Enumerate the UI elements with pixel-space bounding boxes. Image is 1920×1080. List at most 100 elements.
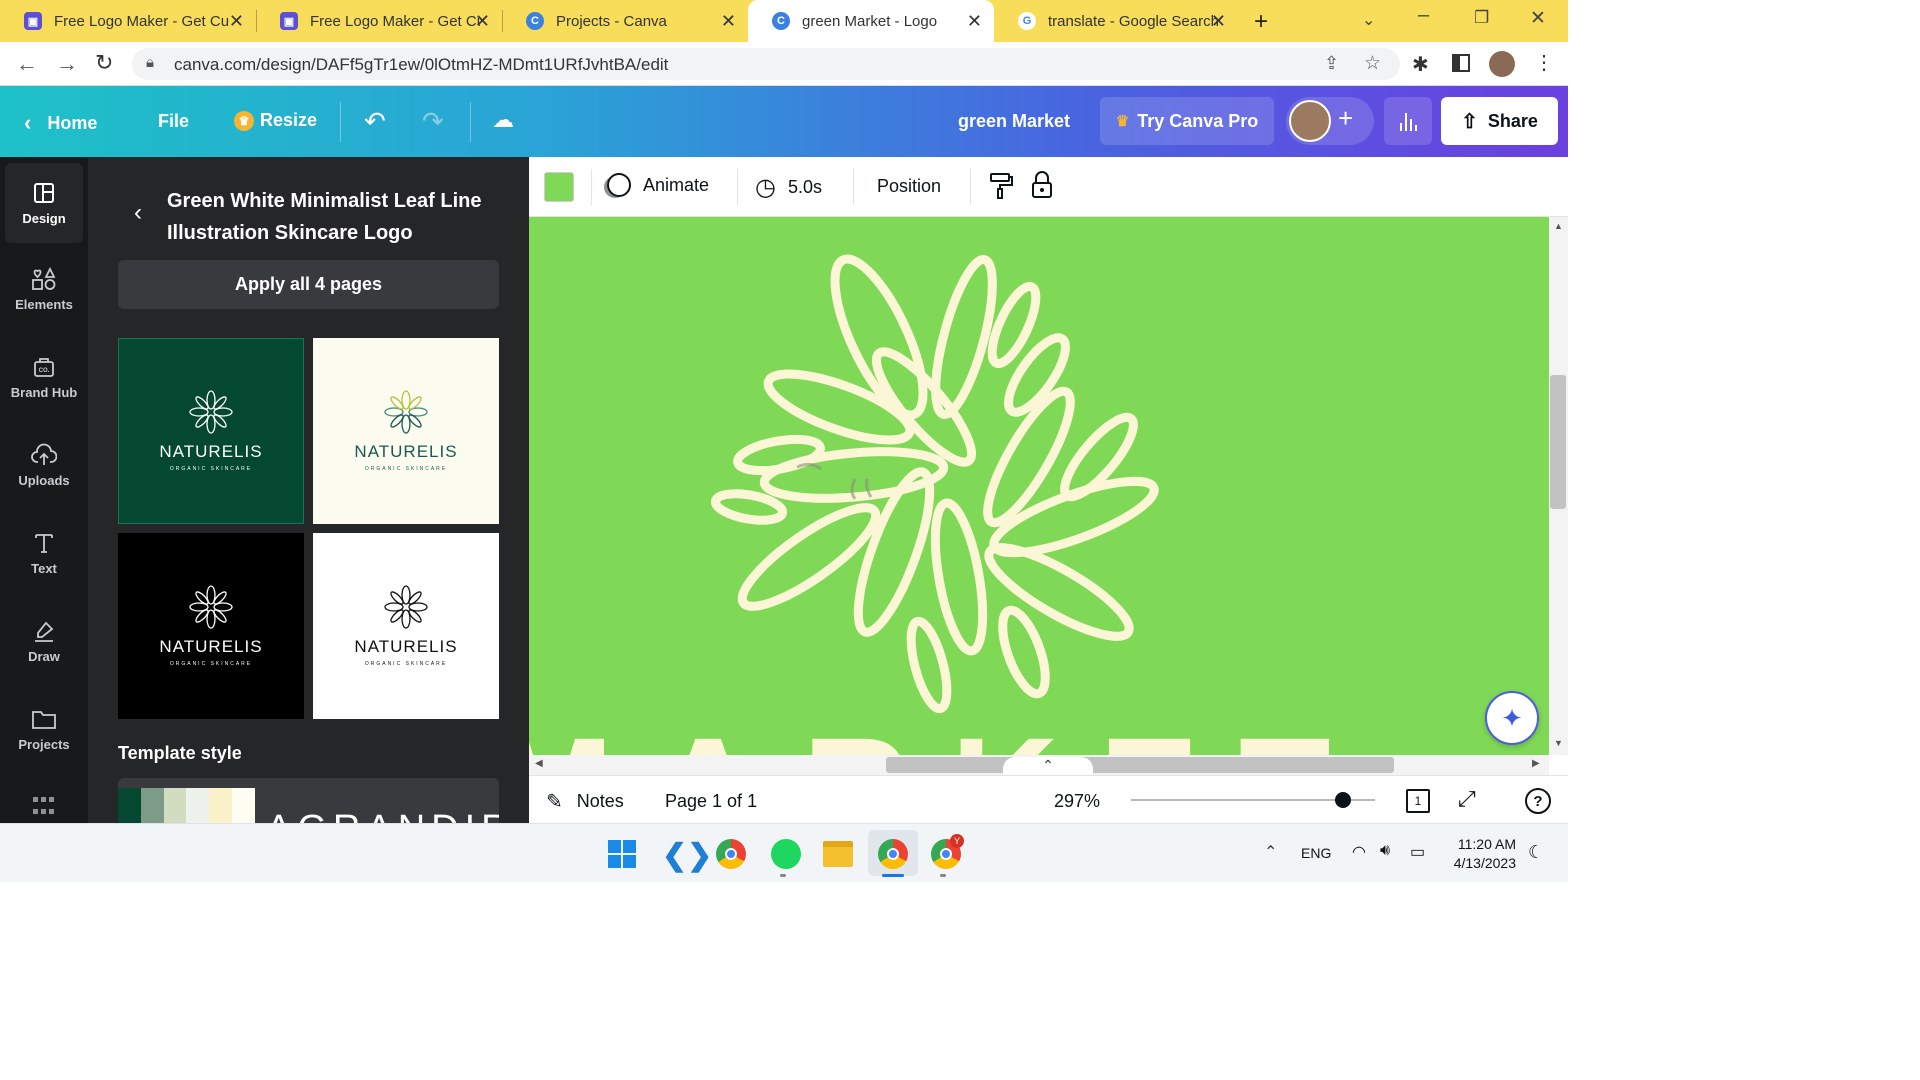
undo-icon[interactable]: ↶	[364, 106, 386, 137]
rail-item-projects[interactable]: Projects	[0, 689, 88, 769]
zoom-slider-handle[interactable]	[1335, 792, 1351, 808]
scroll-right-icon[interactable]: ▶	[1532, 758, 1540, 769]
apply-all-pages-button[interactable]: Apply all 4 pages	[118, 260, 499, 309]
volume-icon[interactable]: 🔊︎	[1380, 842, 1390, 860]
template-tagline: ORGANIC SKINCARE	[169, 466, 253, 472]
file-explorer-icon[interactable]	[823, 841, 853, 867]
scroll-left-icon[interactable]: ◀	[535, 758, 543, 769]
notifications-moon-icon[interactable]: ☾	[1528, 842, 1544, 863]
scroll-up-icon[interactable]: ▲	[1554, 221, 1563, 231]
browser-tab[interactable]: C Projects - Canva ✕	[502, 0, 748, 42]
home-button[interactable]: ‹ Home	[24, 110, 97, 136]
template-brand-name: NATURELIS	[354, 442, 458, 461]
redo-icon[interactable]: ↷	[422, 106, 444, 137]
template-thumbnail[interactable]: NATURELIS ORGANIC SKINCARE	[118, 533, 304, 719]
rail-item-uploads[interactable]: Uploads	[0, 425, 88, 505]
scroll-down-icon[interactable]: ▼	[1554, 738, 1563, 748]
chrome-icon[interactable]	[716, 839, 746, 869]
canva-favicon: C	[772, 12, 790, 30]
file-menu-button[interactable]: File	[158, 111, 189, 132]
background-color-swatch[interactable]	[544, 172, 574, 202]
restore-icon[interactable]: ❐	[1474, 8, 1489, 28]
crown-icon: ♛	[234, 110, 254, 131]
browser-tab[interactable]: G translate - Google Search ✕	[994, 0, 1238, 42]
vscode-icon[interactable]: ❮❯	[662, 838, 712, 873]
close-tab-icon[interactable]: ✕	[967, 11, 982, 32]
fullscreen-icon[interactable]: ⤢	[1458, 786, 1476, 812]
profile-avatar[interactable]	[1489, 51, 1515, 77]
new-tab-icon[interactable]: +	[1254, 8, 1268, 36]
browser-menu-icon[interactable]: ⋮	[1534, 50, 1554, 75]
rail-item-elements[interactable]: Elements	[0, 249, 88, 329]
back-icon[interactable]: ←	[16, 51, 38, 77]
wifi-icon[interactable]: ◠	[1352, 842, 1366, 862]
browser-tab-active[interactable]: C green Market - Logo ✕	[748, 0, 994, 42]
language-indicator[interactable]: ENG	[1301, 845, 1331, 861]
share-page-icon[interactable]: ⇪	[1324, 53, 1339, 74]
rail-item-text[interactable]: Text	[0, 513, 88, 593]
zoom-level[interactable]: 297%	[1054, 791, 1100, 812]
close-tab-icon[interactable]: ✕	[229, 11, 244, 32]
apps-grid-icon[interactable]	[33, 797, 55, 817]
bookmark-star-icon[interactable]: ☆	[1364, 52, 1381, 75]
try-canva-pro-button[interactable]: ♛ Try Canva Pro	[1100, 97, 1274, 145]
clock[interactable]: 11:20 AM 4/13/2023	[1448, 835, 1516, 873]
cloud-saved-icon[interactable]: ☁	[492, 107, 514, 133]
leaf-outline	[930, 498, 988, 656]
insights-button[interactable]	[1384, 97, 1432, 145]
tab-search-chevron-icon[interactable]: ⌄	[1362, 10, 1375, 30]
leaf-mandala-logo[interactable]	[529, 217, 1549, 755]
rail-item-draw[interactable]: Draw	[0, 601, 88, 681]
show-pages-chevron-icon[interactable]: ⌃	[1003, 757, 1093, 775]
url-field[interactable]: 🔒︎ canva.com/design/DAFf5gTr1ew/0lOtmHZ-…	[132, 48, 1400, 80]
add-collaborator-icon[interactable]: +	[1338, 103, 1353, 134]
template-thumbnail[interactable]: NATURELIS ORGANIC SKINCARE	[313, 338, 499, 524]
rail-item-design[interactable]: Design	[5, 163, 83, 243]
template-style-card[interactable]: AGRANDIR	[118, 778, 499, 823]
vertical-scrollbar[interactable]: ▲ ▼	[1549, 217, 1568, 755]
help-icon[interactable]: ?	[1525, 788, 1551, 814]
spotify-icon[interactable]	[771, 839, 801, 869]
side-panel-icon[interactable]	[1452, 54, 1470, 72]
paint-roller-icon[interactable]	[989, 172, 1013, 205]
rail-item-brand-hub[interactable]: CO. Brand Hub	[0, 337, 88, 417]
canvas-title-text[interactable]: MARKET	[529, 715, 1371, 755]
scrollbar-thumb[interactable]	[886, 757, 1394, 773]
animate-button[interactable]: Animate	[607, 173, 709, 197]
close-tab-icon[interactable]: ✕	[1211, 11, 1226, 32]
page-grid-button[interactable]: 1	[1406, 789, 1430, 813]
upload-icon: ⇧	[1461, 110, 1478, 133]
magic-sparkle-button[interactable]: ✦	[1485, 691, 1539, 745]
close-window-icon[interactable]: ✕	[1530, 7, 1546, 30]
document-title[interactable]: green Market	[958, 111, 1070, 132]
close-tab-icon[interactable]: ✕	[475, 11, 490, 32]
browser-tab[interactable]: ▣ Free Logo Maker - Get Cu ✕	[256, 0, 502, 42]
template-thumbnail[interactable]: NATURELIS ORGANIC SKINCARE	[313, 533, 499, 719]
browser-tab[interactable]: ▣ Free Logo Maker - Get Cu ✕	[0, 0, 256, 42]
scrollbar-thumb[interactable]	[1550, 375, 1566, 509]
template-thumbnail[interactable]: NATURELIS ORGANIC SKINCARE	[118, 338, 304, 524]
toolbar-divider	[970, 169, 971, 205]
windows-start-icon[interactable]	[608, 840, 636, 868]
chrome-profile-icon[interactable]	[878, 839, 908, 869]
layout-icon	[34, 182, 54, 203]
share-button[interactable]: ⇧ Share	[1441, 97, 1558, 145]
user-avatar[interactable]	[1289, 100, 1331, 142]
cloud-upload-icon	[31, 443, 57, 465]
minimize-icon[interactable]: –	[1418, 4, 1429, 27]
resize-button[interactable]: ♛ Resize	[234, 110, 317, 131]
tray-overflow-chevron-icon[interactable]: ⌃	[1264, 842, 1277, 862]
design-canvas[interactable]: MARKET	[529, 217, 1549, 755]
animate-label: Animate	[643, 174, 710, 195]
notes-button[interactable]: ✎ Notes	[546, 789, 624, 814]
duration-button[interactable]: ◷ 5.0s	[755, 173, 822, 202]
back-chevron-icon[interactable]: ‹	[134, 199, 142, 227]
forward-icon[interactable]: →	[56, 51, 78, 77]
extensions-icon[interactable]: ✱	[1412, 52, 1429, 77]
position-button[interactable]: Position	[877, 176, 941, 197]
battery-icon[interactable]: ▭	[1410, 842, 1425, 862]
reload-icon[interactable]: ↻	[95, 50, 113, 76]
close-tab-icon[interactable]: ✕	[721, 11, 736, 32]
header-divider	[470, 102, 471, 142]
unlock-icon[interactable]	[1031, 171, 1053, 204]
